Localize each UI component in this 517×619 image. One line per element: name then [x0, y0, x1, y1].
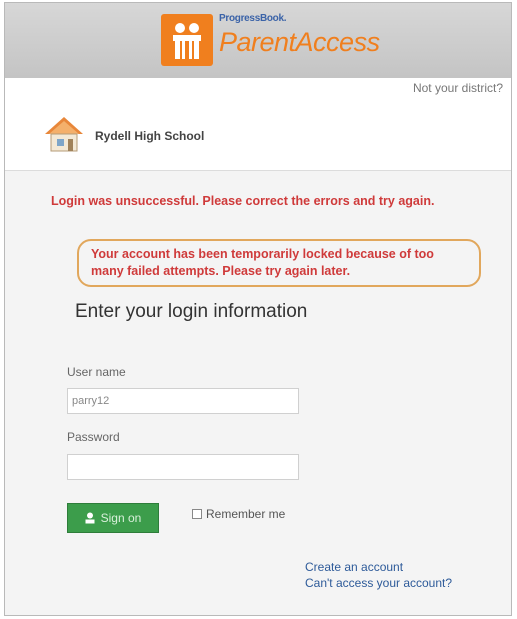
create-account-link[interactable]: Create an account	[305, 560, 403, 574]
not-your-district-link[interactable]: Not your district?	[413, 81, 503, 95]
remember-me-label: Remember me	[206, 507, 286, 521]
username-input[interactable]	[67, 388, 299, 414]
remember-me-checkbox[interactable]	[192, 509, 202, 519]
cant-access-account-link[interactable]: Can't access your account?	[305, 576, 452, 590]
brand-small-text: ProgressBook.	[219, 13, 287, 24]
sign-on-label: Sign on	[100, 511, 142, 525]
remember-me[interactable]: Remember me	[192, 507, 285, 521]
username-label: User name	[67, 365, 126, 379]
login-window: ProgressBook. ParentAccess Not your dist…	[4, 2, 512, 616]
school-name: Rydell High School	[95, 129, 205, 143]
sign-on-button[interactable]: Sign on	[67, 503, 159, 533]
form-heading: Enter your login information	[75, 301, 308, 322]
people-icon	[161, 14, 213, 66]
district-panel: Not your district? Rydell High School	[5, 78, 511, 171]
header-banner: ProgressBook. ParentAccess	[5, 3, 511, 79]
account-locked-message: Your account has been temporarily locked…	[77, 239, 481, 287]
password-input[interactable]	[67, 454, 299, 480]
brand-title: ParentAccess	[219, 27, 380, 57]
house-icon	[45, 117, 83, 152]
user-icon	[85, 512, 95, 524]
password-label: Password	[67, 430, 120, 444]
login-error-message: Login was unsuccessful. Please correct t…	[51, 194, 435, 208]
